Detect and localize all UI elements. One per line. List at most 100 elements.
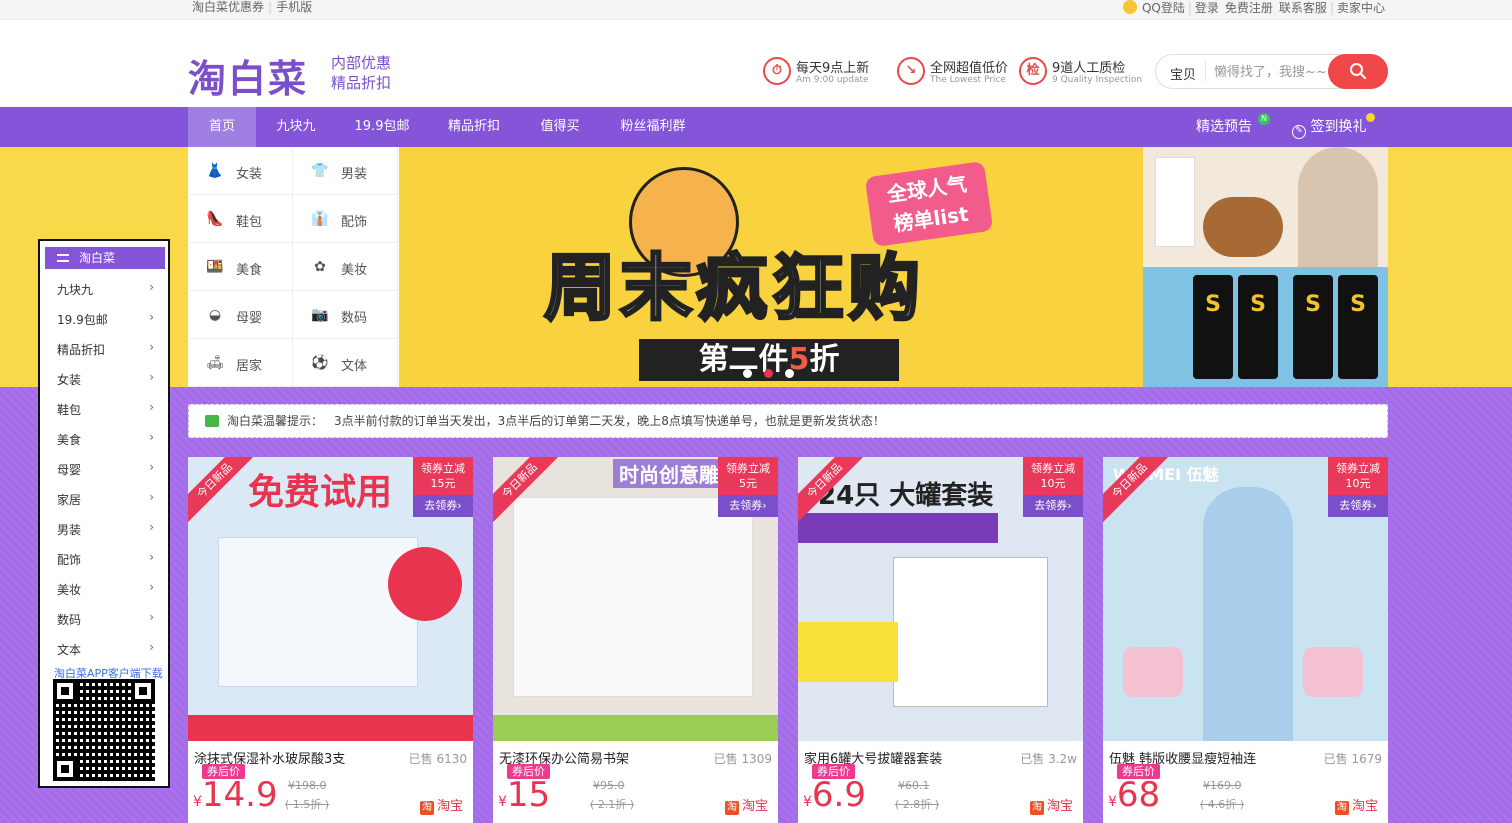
nav-preview[interactable]: 精选预告: [1196, 107, 1252, 147]
side-nav-item[interactable]: 美食 ›: [40, 423, 168, 453]
search-category-select[interactable]: 宝贝: [1170, 61, 1207, 83]
shop-link[interactable]: 淘淘宝: [724, 795, 768, 815]
notification-dot: [1366, 113, 1375, 122]
category-accessory[interactable]: 👔 配饰: [293, 195, 398, 243]
side-nav-item[interactable]: 女装 ›: [40, 363, 168, 393]
category-men[interactable]: 👕 男装: [293, 147, 398, 195]
shop-link[interactable]: 淘淘宝: [1334, 795, 1378, 815]
taobao-icon: 淘: [724, 801, 739, 815]
top-bar: 淘白菜优惠券 | 手机版 QQ登陆 | 登录 免费注册 联系客服 | 卖家中心: [0, 0, 1512, 20]
service-link[interactable]: 联系客服: [1276, 1, 1330, 15]
main-banner[interactable]: 全球人气 榜单list 周末疯狂购 第二件5折: [399, 147, 1143, 387]
mobile-link[interactable]: 手机版: [272, 0, 316, 14]
coupon-tag[interactable]: 领券立减 15元 去领券›: [413, 457, 473, 517]
shop-link[interactable]: 淘淘宝: [419, 795, 463, 815]
carousel-dot-active[interactable]: [764, 369, 773, 378]
coupon-link[interactable]: 淘白菜优惠券: [188, 0, 268, 14]
chevron-right-icon: ›: [149, 490, 154, 504]
side-nav-label: 精品折扣: [57, 343, 106, 357]
side-banner-bottles[interactable]: S S S S: [1143, 267, 1388, 387]
product-image[interactable]: 免费试用 今日新品 领券立减 15元 去领券›: [188, 457, 473, 741]
product-card[interactable]: WAIMEI 伍魅 今日新品 领券立减 10元 去领券› 伍魅 韩版收腰显瘦短袖连…: [1103, 457, 1388, 823]
feature-title: 全网超值低价: [930, 61, 1009, 76]
shop-link[interactable]: 淘淘宝: [1029, 795, 1073, 815]
category-digital[interactable]: 📷 数码: [293, 291, 398, 339]
chair-right: [1303, 647, 1363, 697]
side-nav-item[interactable]: 九块九 ›: [40, 273, 168, 303]
category-sports[interactable]: ⚽ 文体: [293, 339, 398, 387]
camera-icon: 📷: [311, 307, 329, 323]
side-nav-item[interactable]: 精品折扣 ›: [40, 333, 168, 363]
side-nav-item[interactable]: 美妆 ›: [40, 573, 168, 603]
get-coupon-button[interactable]: 去领券›: [1023, 495, 1083, 517]
qr-finder: [131, 679, 155, 703]
search-input[interactable]: [1214, 62, 1334, 82]
search-button[interactable]: [1328, 54, 1388, 89]
slogan: 内部优惠 精品折扣: [331, 53, 391, 93]
product-card[interactable]: 24只 大罐套装 今日新品 领券立减 10元 去领券› 家用6罐大号拔罐器套装 已…: [798, 457, 1083, 823]
qq-login-link[interactable]: QQ登陆: [1139, 1, 1188, 15]
coupon-tag[interactable]: 领券立减 10元 去领券›: [1328, 457, 1388, 517]
promo-strip: [188, 715, 473, 741]
nav-item-worth-buy[interactable]: 值得买: [532, 107, 588, 147]
site-logo[interactable]: 淘白菜: [188, 48, 308, 103]
carousel-dot[interactable]: [743, 369, 752, 378]
nav-item-free-shipping[interactable]: 19.9包邮: [348, 107, 416, 147]
nav-item-nine[interactable]: 九块九: [264, 107, 328, 147]
side-banner-snacks[interactable]: [1143, 147, 1388, 267]
category-food[interactable]: 🍱 美食: [188, 243, 293, 291]
seller-link[interactable]: 卖家中心: [1334, 1, 1388, 15]
product-price: ¥15: [498, 775, 550, 815]
side-nav-label: 女装: [57, 373, 82, 387]
product-image[interactable]: 24只 大罐套装 今日新品 领券立减 10元 去领券›: [798, 457, 1083, 741]
category-home[interactable]: 🛋 居家: [188, 339, 293, 387]
get-coupon-button[interactable]: 去领券›: [413, 495, 473, 517]
coupon-tag[interactable]: 领券立减 10元 去领券›: [1023, 457, 1083, 517]
nav-item-home[interactable]: 首页: [188, 107, 256, 147]
category-beauty[interactable]: ✿ 美妆: [293, 243, 398, 291]
product-image[interactable]: WAIMEI 伍魅 今日新品 领券立减 10元 去领券›: [1103, 457, 1388, 741]
product-photo: [513, 497, 753, 697]
side-nav-item[interactable]: 文本 ›: [40, 633, 168, 663]
category-women[interactable]: 👗 女装: [188, 147, 293, 195]
promo-strip: [493, 715, 778, 741]
nav-item-fans-group[interactable]: 粉丝福利群: [612, 107, 694, 147]
search-icon: [1350, 63, 1367, 80]
side-nav-item[interactable]: 配饰 ›: [40, 543, 168, 573]
slogan-line: 内部优惠: [331, 54, 392, 72]
notice-label: 淘白菜温馨提示：: [227, 414, 324, 428]
headline-strip: [798, 513, 998, 543]
carousel-dot[interactable]: [785, 369, 794, 378]
sold-count: 已售 1309: [713, 752, 772, 766]
category-label: 居家: [236, 359, 263, 374]
nav-checkin[interactable]: ✎ 签到换礼: [1292, 107, 1366, 147]
register-link[interactable]: 免费注册: [1222, 1, 1276, 15]
notice-bar: 淘白菜温馨提示： 3点半前付款的订单当天发出，3点半后的订单第二天发，晚上8点填…: [188, 404, 1388, 438]
get-coupon-button[interactable]: 去领券›: [718, 495, 778, 517]
header: 淘白菜 内部优惠 精品折扣 ⏱ 每天9点上新 Am 9:00 update ↘ …: [0, 20, 1512, 106]
side-nav-item[interactable]: 男装 ›: [40, 513, 168, 543]
product-image[interactable]: 时尚创意雕 今日新品 领券立减 5元 去领券›: [493, 457, 778, 741]
side-nav-item[interactable]: 母婴 ›: [40, 453, 168, 483]
product-card[interactable]: 时尚创意雕 今日新品 领券立减 5元 去领券› 无漆环保办公简易书架 已售 130…: [493, 457, 778, 823]
side-nav-header[interactable]: 淘白菜: [45, 247, 165, 269]
side-nav-item[interactable]: 鞋包 ›: [40, 393, 168, 423]
side-nav-item[interactable]: 19.9包邮 ›: [40, 303, 168, 333]
product-image-headline: 免费试用: [248, 472, 393, 513]
category-shoes[interactable]: 👠 鞋包: [188, 195, 293, 243]
coupon-tag[interactable]: 领券立减 5元 去领券›: [718, 457, 778, 517]
discount-rate: ( 1.5折 ): [285, 798, 330, 811]
login-link[interactable]: 登录: [1192, 1, 1222, 15]
category-baby[interactable]: ◒ 母婴: [188, 291, 293, 339]
bottle-image: S: [1238, 275, 1278, 379]
product-card[interactable]: 免费试用 今日新品 领券立减 15元 去领券› 涂抹式保湿补水玻尿酸3支 已售 6…: [188, 457, 473, 823]
shop-label: 淘宝: [1046, 799, 1073, 814]
side-nav-label: 男装: [57, 523, 82, 537]
side-nav-label: 美食: [57, 433, 82, 447]
nav-item-discount[interactable]: 精品折扣: [440, 107, 508, 147]
side-nav-item[interactable]: 数码 ›: [40, 603, 168, 633]
get-coupon-button[interactable]: 去领券›: [1328, 495, 1388, 517]
slogan-line: 精品折扣: [331, 74, 392, 92]
side-nav-item[interactable]: 家居 ›: [40, 483, 168, 513]
side-nav-label: 文本: [57, 643, 82, 657]
